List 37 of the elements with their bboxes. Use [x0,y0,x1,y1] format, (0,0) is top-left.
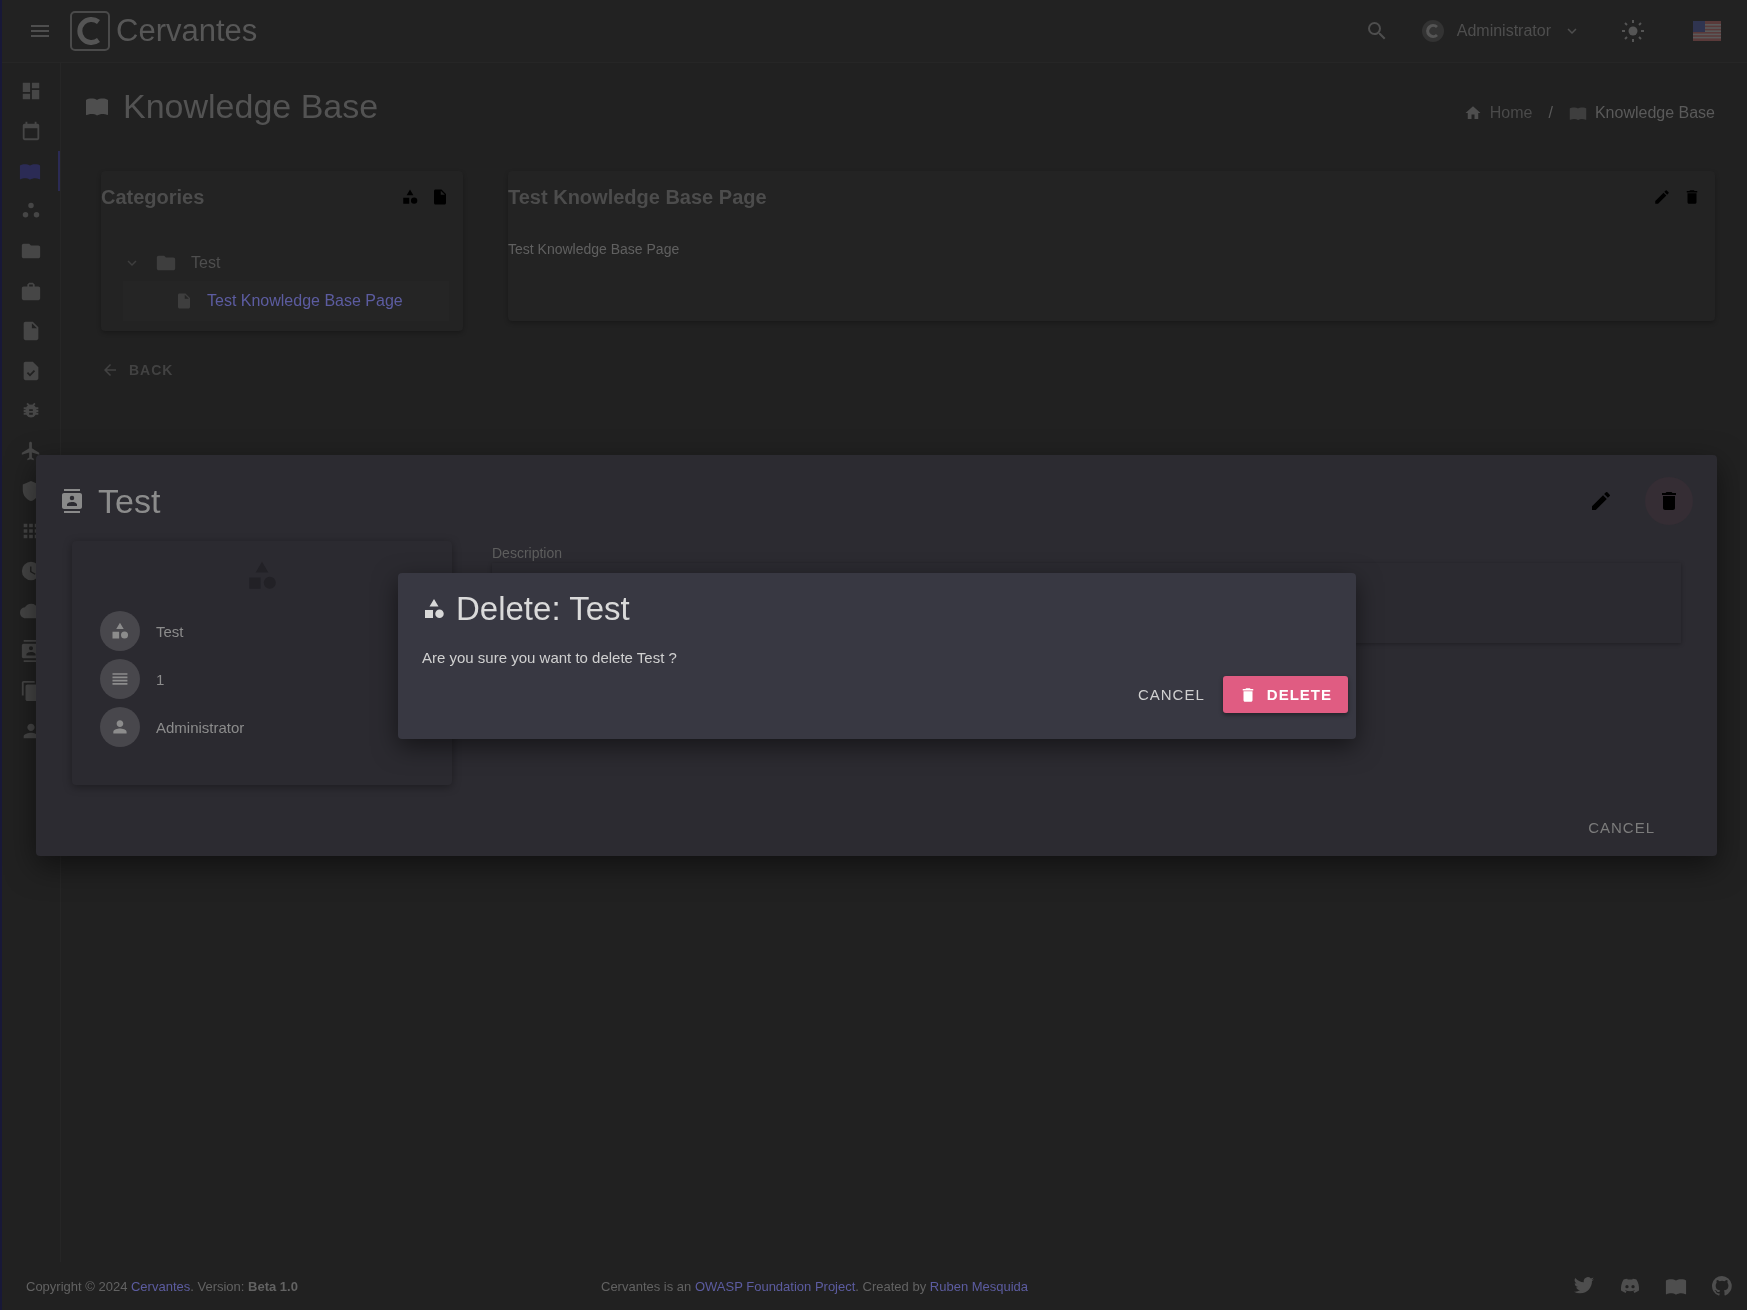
user-avatar-icon [1420,19,1445,43]
list-avatar-icon [100,659,140,699]
detail-text: Test [156,622,184,640]
logo-icon [70,11,110,51]
author-link[interactable]: Ruben Mesquida [929,1278,1029,1294]
book-icon [1568,104,1587,122]
detail-text: Administrator [156,718,245,736]
dialog-title: Test [98,481,161,521]
article-text: Test Knowledge Base Page [508,241,681,257]
shapes-icon[interactable] [401,188,419,206]
delete-button[interactable] [1645,477,1693,525]
cancel-button[interactable]: CANCEL [1578,811,1665,844]
plane-icon [20,440,42,462]
pencil-icon[interactable] [1589,489,1613,513]
copyright-text: Copyright © 2024 Cervantes. Version: Beta 1.0 [26,1278,299,1294]
dialog-title: Delete: Test [456,590,630,628]
confirmation-message: Are you sure you want to delete Test ? [422,649,678,666]
briefcase-icon [20,280,42,302]
document-icon[interactable] [431,188,449,206]
shapes-avatar-icon [100,611,140,651]
shapes-icon [422,597,446,621]
cancel-button[interactable]: CANCEL [1127,678,1215,711]
delete-button[interactable]: DELETE [1222,676,1348,713]
credits-text: Cervantes is an OWASP Foundation Project. Created by Ruben Mesquida [601,1278,1030,1294]
flag-icon[interactable] [1693,21,1721,41]
pencil-icon[interactable] [1653,188,1671,206]
breadcrumb-link[interactable]: Knowledge Base [1594,104,1715,122]
sun-icon[interactable] [1621,19,1645,43]
contact-icon [60,489,84,513]
person-avatar-icon [100,707,140,747]
calendar-icon [20,120,42,142]
breadcrumb-separator: / [1548,104,1553,122]
cat-icon[interactable] [1711,1275,1733,1297]
dashboard-icon [20,80,42,102]
document-icon [175,292,193,310]
detail-text: 1 [156,670,165,688]
home-icon [1463,104,1482,122]
